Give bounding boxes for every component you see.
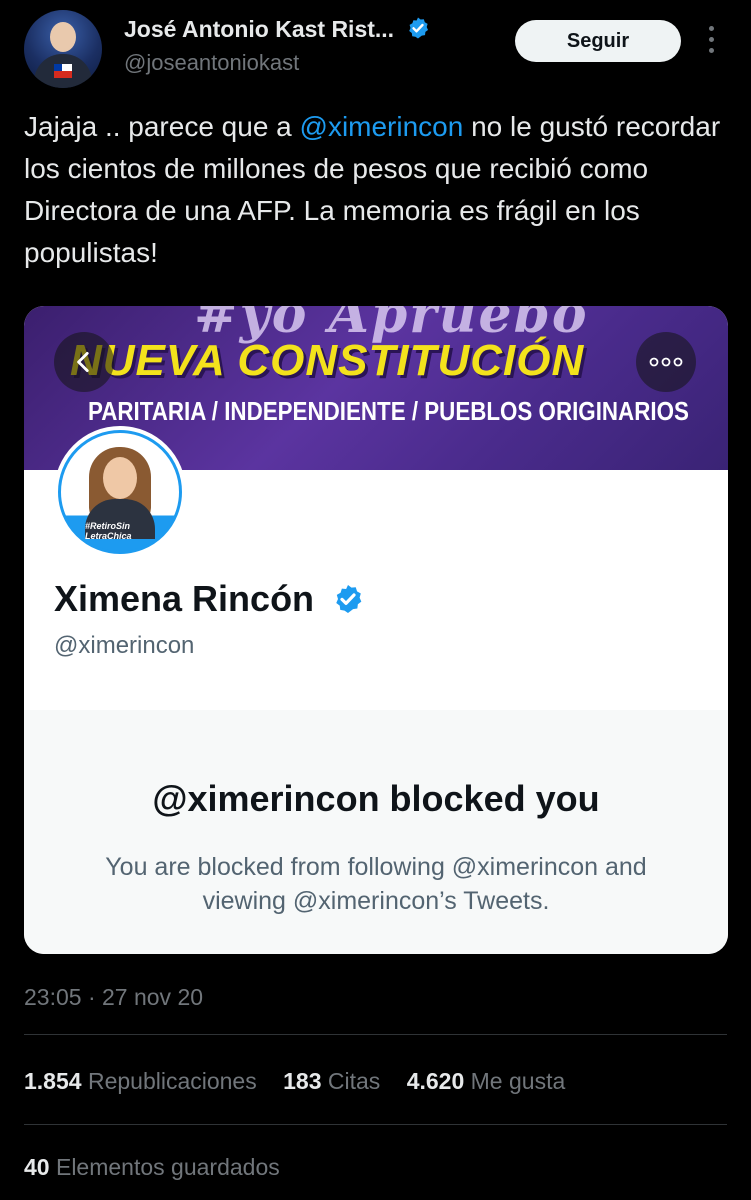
reposts-stat[interactable]: 1.854 Republicaciones xyxy=(24,1068,257,1095)
likes-stat[interactable]: 4.620 Me gusta xyxy=(407,1068,566,1095)
chevron-left-icon xyxy=(77,351,89,373)
reposts-label: Republicaciones xyxy=(87,1068,257,1094)
verified-badge-icon xyxy=(336,585,362,613)
verified-badge-icon xyxy=(409,17,429,39)
embedded-profile-card[interactable]: #yo Apruebo NUEVA CONSTITUCIÓN PARITARIA… xyxy=(24,306,728,954)
blocked-notice: @ximerincon blocked you You are blocked … xyxy=(24,710,728,954)
bookmarks-label: Elementos guardados xyxy=(55,1154,280,1180)
tweet-text-before: Jajaja .. parece que a xyxy=(24,111,300,142)
engagement-stats: 1.854 Republicaciones 183 Citas 4.620 Me… xyxy=(24,1068,585,1095)
back-button[interactable] xyxy=(54,332,114,392)
author-name-row[interactable]: José Antonio Kast Rist... xyxy=(124,16,430,43)
quotes-label: Citas xyxy=(327,1068,381,1094)
profile-name-row: Ximena Rincón xyxy=(54,578,364,620)
avatar-flag-pin xyxy=(54,64,72,78)
more-horizontal-icon xyxy=(649,357,683,367)
profile-more-button[interactable] xyxy=(636,332,696,392)
profile-name: Ximena Rincón xyxy=(54,578,315,619)
author-handle[interactable]: @joseantoniokast xyxy=(124,50,299,76)
profile-handle: @ximerincon xyxy=(54,632,195,659)
author-avatar[interactable] xyxy=(24,10,102,88)
bookmarks-stat[interactable]: 40 Elementos guardados xyxy=(24,1154,280,1181)
tweet-text: Jajaja .. parece que a @ximerincon no le… xyxy=(24,106,724,274)
bookmarks-count: 40 xyxy=(24,1154,50,1180)
mention-link[interactable]: @ximerincon xyxy=(300,111,464,142)
avatar-head xyxy=(50,22,76,52)
profile-picture[interactable]: #RetiroSin LetraChica xyxy=(54,426,186,558)
blocked-description: You are blocked from following @ximerinc… xyxy=(105,853,647,915)
likes-count: 4.620 xyxy=(406,1068,465,1094)
divider xyxy=(24,1124,727,1125)
divider xyxy=(24,1034,727,1035)
author-name[interactable]: José Antonio Kast Rist... xyxy=(124,16,394,42)
likes-label: Me gusta xyxy=(470,1068,566,1094)
quotes-count: 183 xyxy=(283,1068,322,1094)
tweet-timestamp[interactable]: 23:05 · 27 nov 20 xyxy=(24,984,203,1011)
profile-picture-tag: #RetiroSin LetraChica xyxy=(85,521,132,541)
banner-title: NUEVA CONSTITUCIÓN xyxy=(70,336,585,385)
quotes-stat[interactable]: 183 Citas xyxy=(283,1068,380,1095)
reposts-count: 1.854 xyxy=(24,1068,82,1094)
blocked-title: @ximerincon blocked you xyxy=(152,778,600,819)
more-vertical-icon[interactable] xyxy=(704,26,718,58)
banner-subtitle: PARITARIA / INDEPENDIENTE / PUEBLOS ORIG… xyxy=(88,396,689,426)
follow-button[interactable]: Seguir xyxy=(515,20,681,62)
